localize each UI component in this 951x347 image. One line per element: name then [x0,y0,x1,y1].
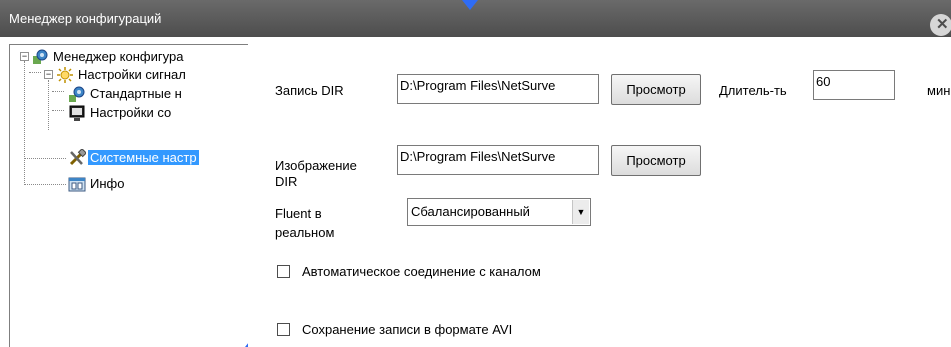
image-dir-field[interactable]: D:\Program Files\NetSurve [397,145,599,175]
watermark-accent [462,0,478,10]
fluent-label-line1: Fluent в [275,206,322,221]
tree-item-label: Системные настр [88,150,199,165]
image-dir-label-line2: DIR [275,174,298,189]
tree-item-label: Настройки со [90,105,172,120]
alarm-settings-icon [56,66,74,84]
config-manager-icon [31,48,49,66]
tree-item-alarm-settings[interactable]: − Настройки сигнал [10,66,248,84]
record-dir-label: Запись DIR [275,83,344,98]
tree-item-label: Менеджер конфигура [53,49,184,64]
collapse-icon[interactable]: − [20,52,29,61]
image-dir-label-line1: Изображение [275,158,357,173]
collapse-icon[interactable]: − [44,70,53,79]
standard-settings-icon [68,85,86,103]
tree-item-label: Инфо [90,176,125,191]
save-avi-label[interactable]: Сохранение записи в формате AVI [302,322,512,337]
record-dir-browse-button[interactable]: Просмотр [611,74,701,105]
tree-item-monitor-settings[interactable]: Настройки со [10,104,248,122]
tree-item-root[interactable]: − Менеджер конфигура [10,48,248,66]
tree-item-label: Стандартные н [90,86,182,101]
window-title: Менеджер конфигураций [9,11,162,26]
config-tree[interactable]: − Менеджер конфигура − Настройки сигнал … [9,44,248,347]
close-icon[interactable]: ✕ [930,14,951,36]
duration-label: Длитель-ть [719,83,787,98]
fluent-label-line2: реальном [275,225,335,240]
chevron-down-icon[interactable]: ▼ [572,200,589,224]
duration-field[interactable]: 60 [813,70,895,100]
auto-connect-label[interactable]: Автоматическое соединение с каналом [302,264,541,279]
tree-item-label: Настройки сигнал [78,67,186,82]
record-dir-field[interactable]: D:\Program Files\NetSurve [397,74,599,104]
tree-item-system-settings[interactable]: Системные настр [10,148,248,167]
system-settings-pane: Запись DIR D:\Program Files\NetSurve Про… [248,44,951,347]
duration-unit: мин [927,83,951,98]
image-dir-browse-button[interactable]: Просмотр [611,145,701,176]
monitor-settings-icon [68,104,86,122]
fluent-mode-select[interactable]: Сбалансированный ▼ [407,198,591,226]
info-icon [68,175,86,193]
tree-item-standard-settings[interactable]: Стандартные н [10,85,248,103]
save-avi-checkbox[interactable] [277,323,290,336]
fluent-mode-value: Сбалансированный [411,204,530,219]
tools-icon [68,148,87,167]
tree-item-info[interactable]: Инфо [10,175,248,193]
auto-connect-checkbox[interactable] [277,265,290,278]
